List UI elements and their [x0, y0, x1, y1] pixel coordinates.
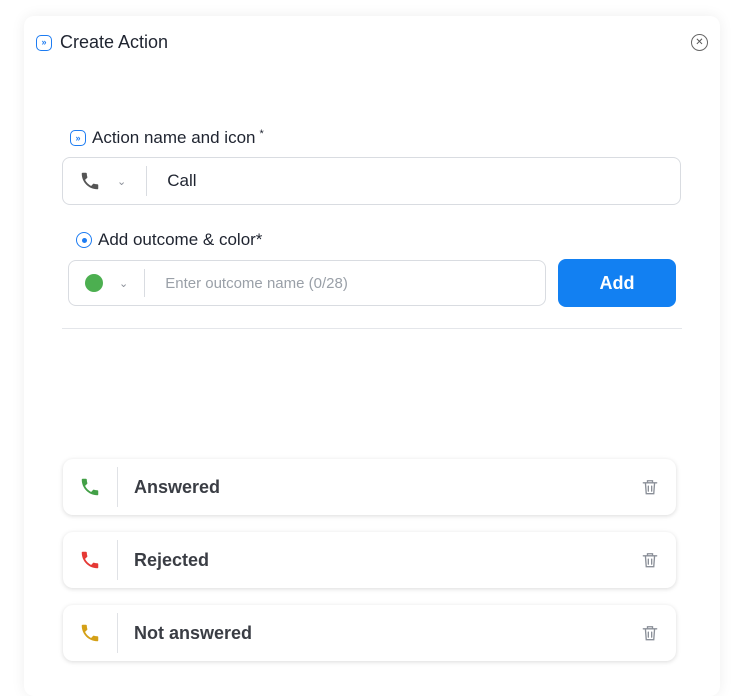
- color-swatch: [85, 274, 103, 292]
- outcome-field: ⌄: [68, 260, 546, 306]
- dialog-header: » Create Action: [36, 32, 168, 53]
- trash-icon[interactable]: [640, 550, 660, 570]
- action-icon-picker[interactable]: ⌄: [63, 158, 146, 204]
- divider: [62, 328, 682, 329]
- phone-icon: [81, 478, 99, 496]
- chevron-down-icon: ⌄: [119, 277, 129, 290]
- outcome-name: Rejected: [134, 549, 210, 570]
- outcome-name-input[interactable]: [145, 260, 545, 306]
- dialog-title: Create Action: [60, 32, 169, 52]
- phone-icon: [81, 624, 99, 642]
- outcome-item-not-answered[interactable]: Not answered: [63, 605, 676, 661]
- outcome-icon: [76, 232, 92, 248]
- action-name-value[interactable]: Call: [147, 171, 196, 191]
- create-action-dialog: » Create Action ✕: [24, 16, 720, 696]
- chevron-down-icon: ⌄: [117, 175, 127, 188]
- action-name-label: » Action name and icon *: [70, 128, 264, 148]
- trash-icon[interactable]: [640, 623, 660, 643]
- outcome-name: Answered: [134, 476, 221, 497]
- outcome-name: Not answered: [134, 622, 253, 643]
- action-name-field: ⌄ Call: [62, 157, 681, 205]
- phone-icon: [81, 172, 99, 190]
- action-icon: »: [36, 34, 52, 51]
- phone-icon: [81, 551, 99, 569]
- outcome-color-picker[interactable]: ⌄: [69, 261, 144, 305]
- action-icon: »: [70, 130, 86, 146]
- outcome-label: Add outcome & color*: [76, 230, 262, 250]
- trash-icon[interactable]: [640, 477, 660, 497]
- add-button[interactable]: Add: [558, 259, 676, 307]
- close-icon[interactable]: ✕: [691, 34, 708, 51]
- outcome-item-answered[interactable]: Answered: [63, 459, 676, 515]
- outcome-item-rejected[interactable]: Rejected: [63, 532, 676, 588]
